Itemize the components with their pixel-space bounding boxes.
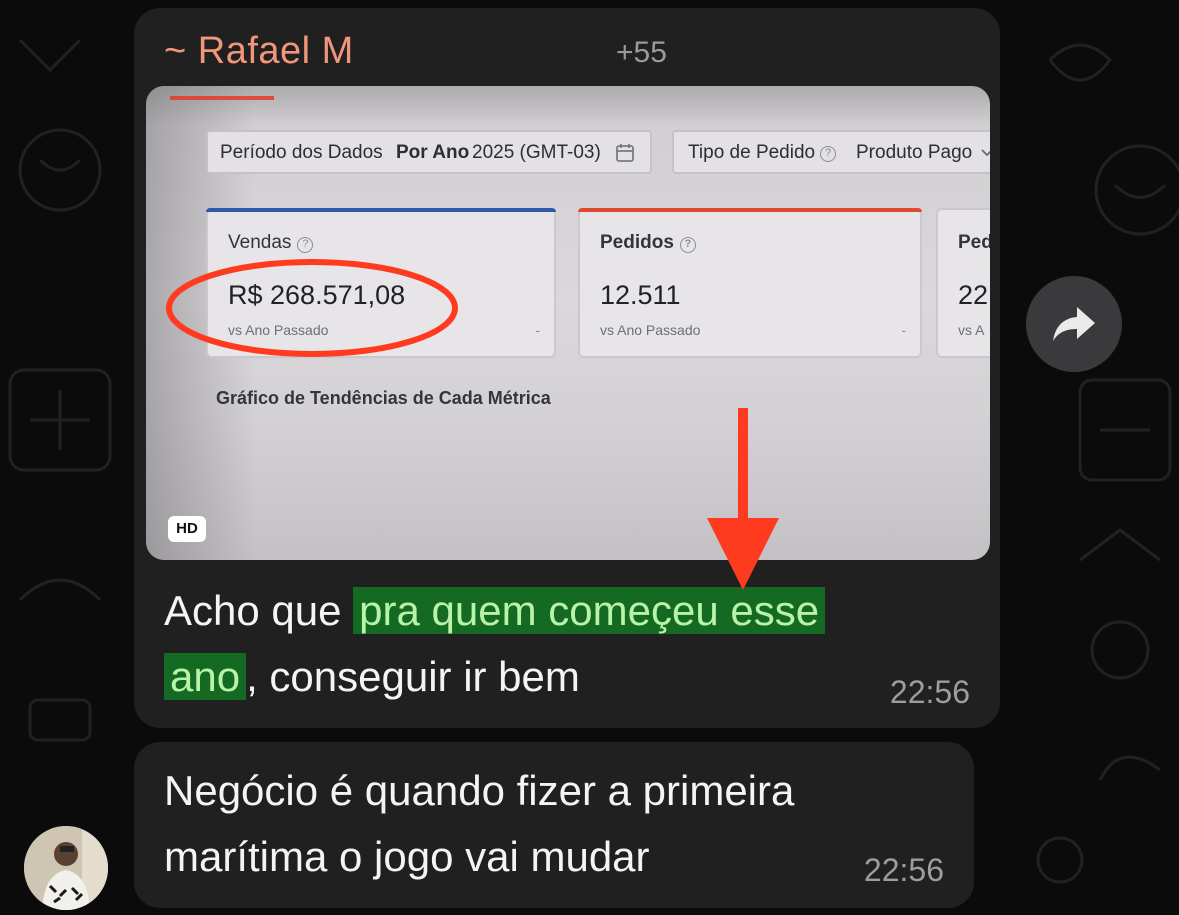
sender-name[interactable]: ~ Rafael M — [164, 30, 354, 73]
highlighted-text: ano — [164, 653, 247, 700]
photo-shadow-top — [146, 86, 990, 126]
card-value: R$ 268.571,08 — [228, 280, 406, 310]
metric-card-vendas: Vendas? R$ 268.571,08 vs Ano Passado - — [206, 208, 556, 358]
photo-attachment[interactable]: Período dos Dados Por Ano 2025 (GMT-03) … — [146, 86, 990, 560]
chevron-down-icon — [981, 149, 990, 157]
forward-button[interactable] — [1026, 276, 1122, 372]
message-time: 22:56 — [863, 852, 944, 888]
photo-order-type-filter: Tipo de Pedido ? Produto Pago — [672, 130, 990, 174]
message-bubble-image[interactable]: ~ Rafael M +55 Período dos Dados Por Ano… — [134, 8, 1000, 728]
question-circle-icon: ? — [679, 237, 696, 253]
card-accent — [206, 208, 556, 212]
card-title: Pedi — [958, 232, 990, 253]
question-circle-icon: ? — [297, 237, 314, 253]
card-title: Vendas? — [228, 232, 314, 254]
period-label: Período dos Dados — [220, 142, 383, 163]
highlighted-text: pra quem começeu esse — [353, 587, 826, 634]
card-subtitle: vs Ano Passado — [228, 322, 329, 338]
card-title: Pedidos? — [600, 232, 696, 254]
photo-red-line — [170, 96, 274, 100]
sender-phone: +55 — [616, 36, 667, 69]
forward-arrow-icon — [1053, 307, 1095, 341]
chart-title: Gráfico de Tendências de Cada Métrica — [216, 388, 551, 408]
photo-period-filter: Período dos Dados Por Ano 2025 (GMT-03) — [206, 130, 652, 174]
order-type-value: Produto Pago — [856, 142, 973, 163]
card-value: 12.511 — [600, 280, 681, 310]
card-subtitle: vs A — [958, 322, 985, 338]
message-time: 22:56 — [889, 674, 970, 710]
message-bubble-text[interactable]: Negócio é quando fizer a primeira marítim… — [134, 742, 974, 908]
avatar[interactable] — [24, 826, 108, 910]
card-subtitle: vs Ano Passado — [600, 322, 701, 338]
order-type-label: Tipo de Pedido — [688, 142, 816, 163]
card-value: 22 — [958, 280, 989, 310]
question-circle-icon: ? — [820, 146, 836, 162]
message-text: Negócio é quando fizer a primeira marítim… — [164, 767, 795, 880]
metric-card-pedidos: Pedidos? 12.511 vs Ano Passado - — [578, 208, 922, 358]
calendar-icon — [616, 144, 634, 162]
card-accent — [578, 208, 922, 212]
person-photo — [24, 826, 108, 910]
card-dash: - — [901, 322, 906, 338]
card-dash: - — [535, 322, 540, 338]
hd-badge[interactable]: HD — [168, 516, 206, 542]
message-text: Acho que pra quem começeu esse ano, conse… — [164, 578, 826, 710]
period-year: 2025 (GMT-03) — [472, 142, 601, 163]
period-value: Por Ano — [396, 142, 470, 163]
metric-card-partial: Pedi 22 vs A — [936, 208, 990, 358]
